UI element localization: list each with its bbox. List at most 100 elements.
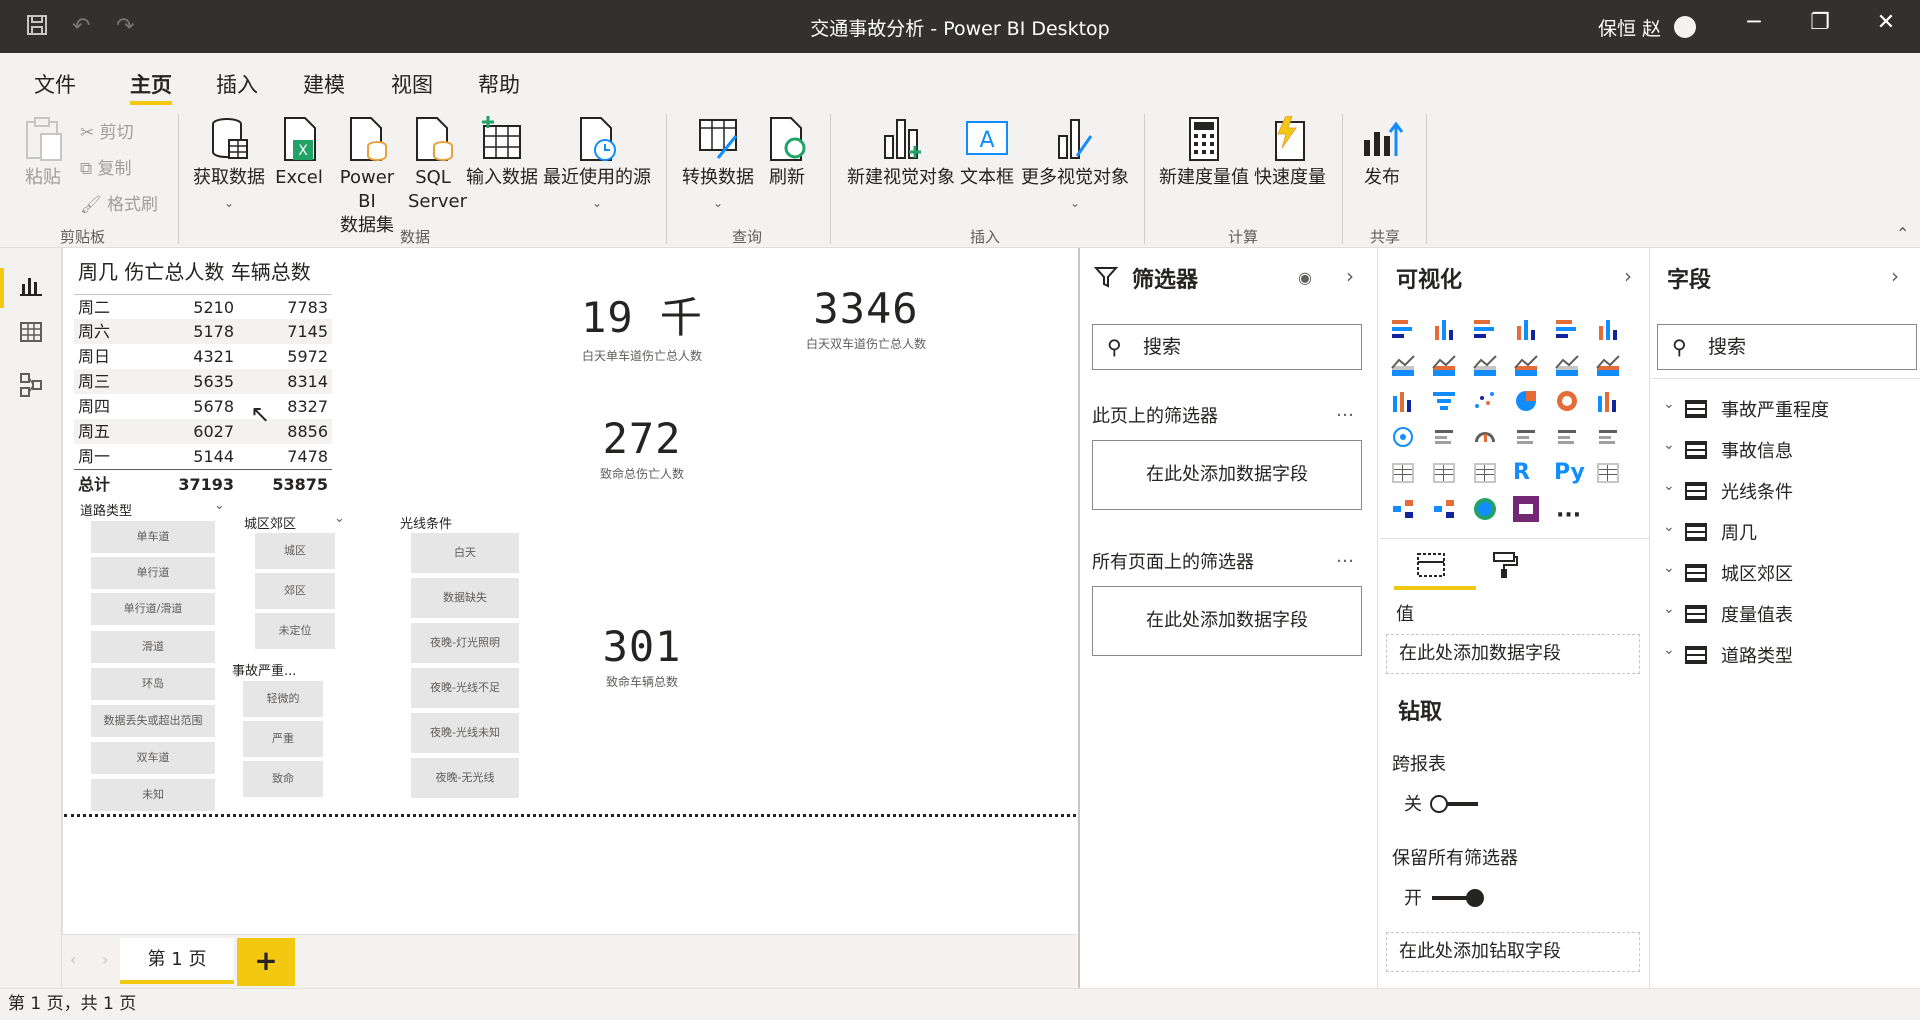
get-data-button[interactable]: 获取数据 ⌄	[190, 116, 268, 215]
chevron-down-icon[interactable]: ⌄	[334, 511, 345, 526]
ribbon-chart-icon[interactable]	[1595, 352, 1621, 378]
funnel-icon[interactable]	[1431, 388, 1457, 414]
line-clustered-column-icon[interactable]	[1554, 352, 1580, 378]
report-view-icon[interactable]	[16, 274, 46, 304]
recent-sources-button[interactable]: 最近使用的源 ⌄	[542, 116, 652, 215]
table-row[interactable]: 周三 5635 8314	[74, 369, 332, 394]
tab-help[interactable]: 帮助	[478, 69, 520, 99]
slicer-item[interactable]: 单行道	[90, 556, 216, 590]
slicer-item[interactable]: 夜晚-无光线	[410, 757, 520, 799]
chevron-down-icon[interactable]: ⌄	[214, 498, 225, 513]
refresh-button[interactable]: 刷新	[764, 116, 810, 190]
slicer-item[interactable]: 郊区	[254, 572, 336, 610]
new-visual-button[interactable]: 新建视觉对象	[842, 116, 960, 190]
table-row[interactable]: 周一 5144 7478	[74, 444, 332, 469]
key-influencers-icon[interactable]	[1595, 460, 1621, 486]
field-table[interactable]: ⌄ 事故信息	[1651, 437, 1920, 467]
line-column-icon[interactable]	[1513, 352, 1539, 378]
slicer-item[interactable]: 数据丢失或超出范围	[90, 704, 216, 738]
more-visuals-icon[interactable]: ···	[1556, 503, 1581, 528]
table-icon[interactable]	[1431, 460, 1457, 486]
fields-search-input[interactable]: ⚲ 搜索	[1657, 324, 1917, 370]
restore-button[interactable]: ❐	[1800, 10, 1840, 35]
slicer-item[interactable]: 严重	[242, 720, 324, 758]
field-table[interactable]: ⌄ 城区郊区	[1651, 560, 1920, 590]
field-table[interactable]: ⌄ 周几	[1651, 519, 1920, 549]
values-drop-zone[interactable]: 在此处添加数据字段	[1386, 634, 1640, 674]
table-row[interactable]: 周二 5210 7783	[74, 294, 332, 319]
card-fatal-vehicles[interactable]: 301 致命车辆总数	[562, 622, 722, 690]
matrix-icon[interactable]	[1472, 460, 1498, 486]
python-visual-icon[interactable]: Py	[1554, 460, 1585, 486]
tab-file[interactable]: 文件	[34, 69, 76, 99]
column-header-vehicles[interactable]: 车辆总数	[231, 260, 311, 284]
scatter-icon[interactable]	[1472, 388, 1498, 414]
slicer-item[interactable]: 数据缺失	[410, 577, 520, 619]
100-column-icon[interactable]	[1595, 316, 1621, 342]
sql-server-button[interactable]: SQL Server	[408, 116, 467, 214]
slicer-item[interactable]: 白天	[410, 532, 520, 574]
field-table[interactable]: ⌄ 光线条件	[1651, 478, 1920, 508]
eye-icon[interactable]: ◉	[1298, 268, 1312, 287]
slicer-item[interactable]: 轻微的	[242, 680, 324, 718]
cut-button[interactable]: ✂ 剪切	[80, 118, 134, 143]
chevron-right-icon[interactable]: ›	[1891, 264, 1899, 288]
table-row[interactable]: 周日 4321 5972	[74, 344, 332, 369]
tab-insert[interactable]: 插入	[216, 69, 258, 99]
card-day-double-lane[interactable]: 3346 白天双车道伤亡总人数	[786, 284, 946, 352]
slicer-item[interactable]: 滑道	[90, 630, 216, 664]
paste-button[interactable]: 粘贴	[18, 116, 68, 190]
minimize-button[interactable]: ─	[1734, 10, 1774, 35]
this-page-drop-zone[interactable]: 在此处添加数据字段	[1092, 440, 1362, 510]
map-icon[interactable]	[1390, 424, 1416, 450]
column-header-weekday[interactable]: 周几	[78, 260, 118, 284]
stacked-column-icon[interactable]	[1431, 316, 1457, 342]
avatar[interactable]	[1674, 16, 1696, 38]
arcgis-icon[interactable]	[1472, 496, 1498, 522]
chevron-right-icon[interactable]: ›	[1624, 264, 1632, 288]
new-measure-button[interactable]: 新建度量值	[1156, 116, 1252, 190]
tab-modeling[interactable]: 建模	[303, 69, 345, 99]
100-bar-icon[interactable]	[1554, 316, 1580, 342]
slicer-item[interactable]: 致命	[242, 760, 324, 798]
stacked-bar-icon[interactable]	[1390, 316, 1416, 342]
chevron-right-icon[interactable]: ›	[1346, 264, 1354, 288]
slicer-item[interactable]: 夜晚-灯光照明	[410, 622, 520, 664]
tab-home[interactable]: 主页	[130, 69, 172, 99]
fields-tab-icon[interactable]	[1416, 550, 1446, 587]
publish-button[interactable]: 发布	[1354, 116, 1410, 190]
collapse-ribbon-icon[interactable]: ⌃	[1896, 224, 1909, 243]
card-icon[interactable]	[1513, 424, 1539, 450]
slicer-icon[interactable]	[1390, 460, 1416, 486]
quick-measure-button[interactable]: 快速度量	[1252, 115, 1328, 190]
slicer-item[interactable]: 单行道/滑道	[90, 592, 216, 626]
model-view-icon[interactable]	[16, 372, 46, 402]
transform-data-button[interactable]: 转换数据 ⌄	[678, 116, 758, 215]
weekday-table[interactable]: 周二 5210 7783 周六 5178 7145 周日 4321 5972 周三 5635 8…	[74, 294, 332, 499]
slicer-item[interactable]: 夜晚-光线不足	[410, 667, 520, 709]
stacked-area-icon[interactable]	[1472, 352, 1498, 378]
filled-map-icon[interactable]	[1431, 424, 1457, 450]
clustered-column-icon[interactable]	[1513, 316, 1539, 342]
pbi-datasets-button[interactable]: Power BI 数据集	[338, 116, 396, 238]
drill-drop-zone[interactable]: 在此处添加钻取字段	[1386, 932, 1640, 972]
prev-page-icon[interactable]: ‹	[70, 950, 76, 969]
add-page-button[interactable]: +	[237, 938, 295, 986]
table-row[interactable]: 周六 5178 7145	[74, 319, 332, 344]
decomposition-tree-icon[interactable]	[1390, 496, 1416, 522]
r-visual-icon[interactable]: R	[1513, 460, 1539, 486]
area-chart-icon[interactable]	[1431, 352, 1457, 378]
cross-report-toggle[interactable]: 关	[1404, 790, 1524, 818]
slicer-item[interactable]: 未定位	[254, 612, 336, 650]
tab-view[interactable]: 视图	[391, 69, 433, 99]
slicer-item[interactable]: 双车道	[90, 741, 216, 775]
filters-search-input[interactable]: ⚲ 搜索	[1092, 324, 1362, 370]
excel-button[interactable]: X Excel	[274, 116, 324, 190]
clustered-bar-icon[interactable]	[1472, 316, 1498, 342]
field-table[interactable]: ⌄ 度量值表	[1651, 601, 1920, 631]
card-fatal-casualties[interactable]: 272 致命总伤亡人数	[562, 414, 722, 482]
page-tab-1[interactable]: 第 1 页	[120, 938, 234, 984]
slicer-item[interactable]: 单车道	[90, 520, 216, 554]
enter-data-button[interactable]: 输入数据	[464, 116, 540, 190]
more-options-icon[interactable]: …	[1336, 546, 1354, 567]
